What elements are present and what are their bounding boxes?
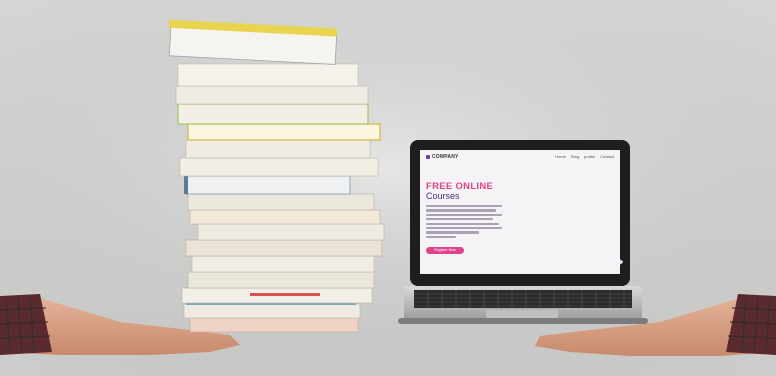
hero-subheadline: Courses bbox=[426, 191, 460, 201]
site-logo: COMPANY bbox=[426, 154, 459, 160]
laptop-screen: COMPANY Home Blog profile Contact FREE O… bbox=[420, 150, 620, 274]
scene-graphics bbox=[0, 0, 776, 376]
photo-scene: COMPANY Home Blog profile Contact FREE O… bbox=[0, 0, 776, 376]
brand-name: COMPANY bbox=[432, 154, 459, 160]
nav-item-contact: Contact bbox=[600, 154, 614, 159]
logo-mark-icon bbox=[426, 154, 430, 159]
nav-item-profile: profile bbox=[584, 154, 596, 159]
hero-paragraph-lines bbox=[426, 205, 502, 241]
nav-item-home: Home bbox=[555, 154, 566, 159]
nav-item-blog: Blog bbox=[571, 154, 580, 159]
site-header: COMPANY Home Blog profile Contact bbox=[420, 150, 620, 164]
site-nav: Home Blog profile Contact bbox=[551, 154, 614, 159]
hero-cta-button: Register Now bbox=[426, 247, 464, 254]
book-stack bbox=[168, 19, 385, 333]
